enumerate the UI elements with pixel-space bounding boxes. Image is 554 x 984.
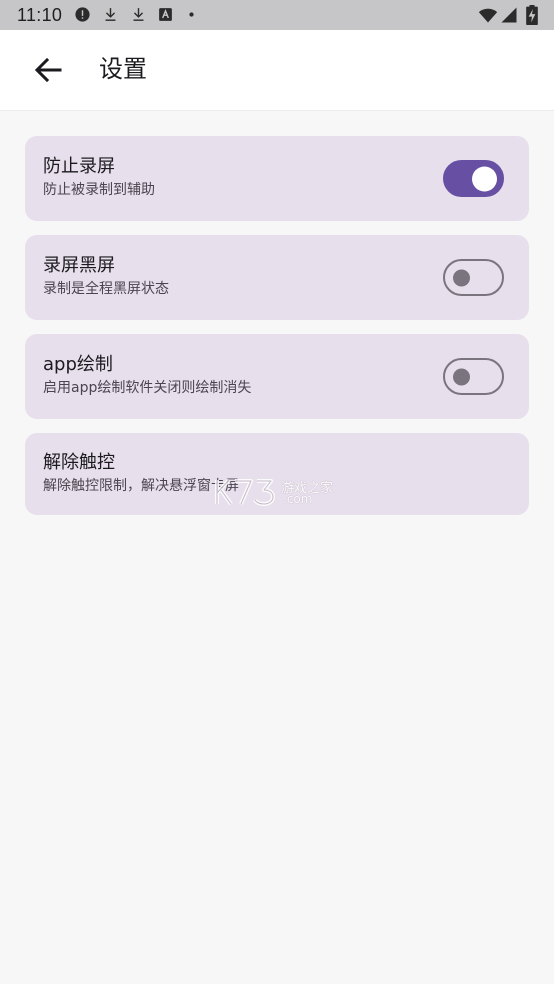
- download-icon: [130, 6, 147, 23]
- setting-subtitle: 录制是全程黑屏状态: [43, 281, 169, 297]
- a-box-icon: [157, 6, 174, 23]
- k73-logo-watermark: [215, 478, 275, 506]
- setting-black-screen-recording[interactable]: 录屏黑屏 录制是全程黑屏状态: [25, 235, 529, 320]
- status-bar: 11:10: [0, 0, 554, 30]
- setting-app-drawing[interactable]: app绘制 启用app绘制软件关闭则绘制消失: [25, 334, 529, 419]
- setting-title: app绘制: [43, 354, 113, 375]
- app-bar: 设置: [0, 30, 554, 111]
- setting-title: 解除触控: [43, 452, 115, 473]
- switch-thumb: [453, 368, 470, 385]
- back-button[interactable]: [26, 48, 70, 92]
- app-drawing-switch[interactable]: [443, 358, 504, 395]
- setting-subtitle: 防止被录制到辅助: [43, 182, 155, 198]
- prevent-recording-switch[interactable]: [443, 160, 504, 197]
- setting-prevent-recording[interactable]: 防止录屏 防止被录制到辅助: [25, 136, 529, 221]
- switch-thumb: [472, 166, 497, 191]
- dot-icon: [183, 6, 200, 23]
- arrow-left-icon: [34, 57, 62, 83]
- wifi-icon: [478, 5, 498, 25]
- battery-charging-icon: [525, 5, 539, 25]
- setting-subtitle: 解除触控限制，解决悬浮窗卡屏: [43, 478, 239, 494]
- page-title: 设置: [99, 55, 147, 83]
- watermark: 游戏之家 .com: [213, 476, 343, 508]
- alert-icon: [74, 6, 91, 23]
- settings-list: 防止录屏 防止被录制到辅助 录屏黑屏 录制是全程黑屏状态 app绘制 启用app…: [25, 136, 529, 529]
- setting-title: 录屏黑屏: [43, 255, 115, 276]
- download-icon: [102, 6, 119, 23]
- setting-title: 防止录屏: [43, 156, 115, 177]
- switch-thumb: [453, 269, 470, 286]
- signal-icon: [500, 6, 518, 24]
- black-screen-switch[interactable]: [443, 259, 504, 296]
- setting-subtitle: 启用app绘制软件关闭则绘制消失: [43, 380, 252, 396]
- watermark-sub: .com: [283, 492, 313, 506]
- status-time: 11:10: [17, 5, 63, 25]
